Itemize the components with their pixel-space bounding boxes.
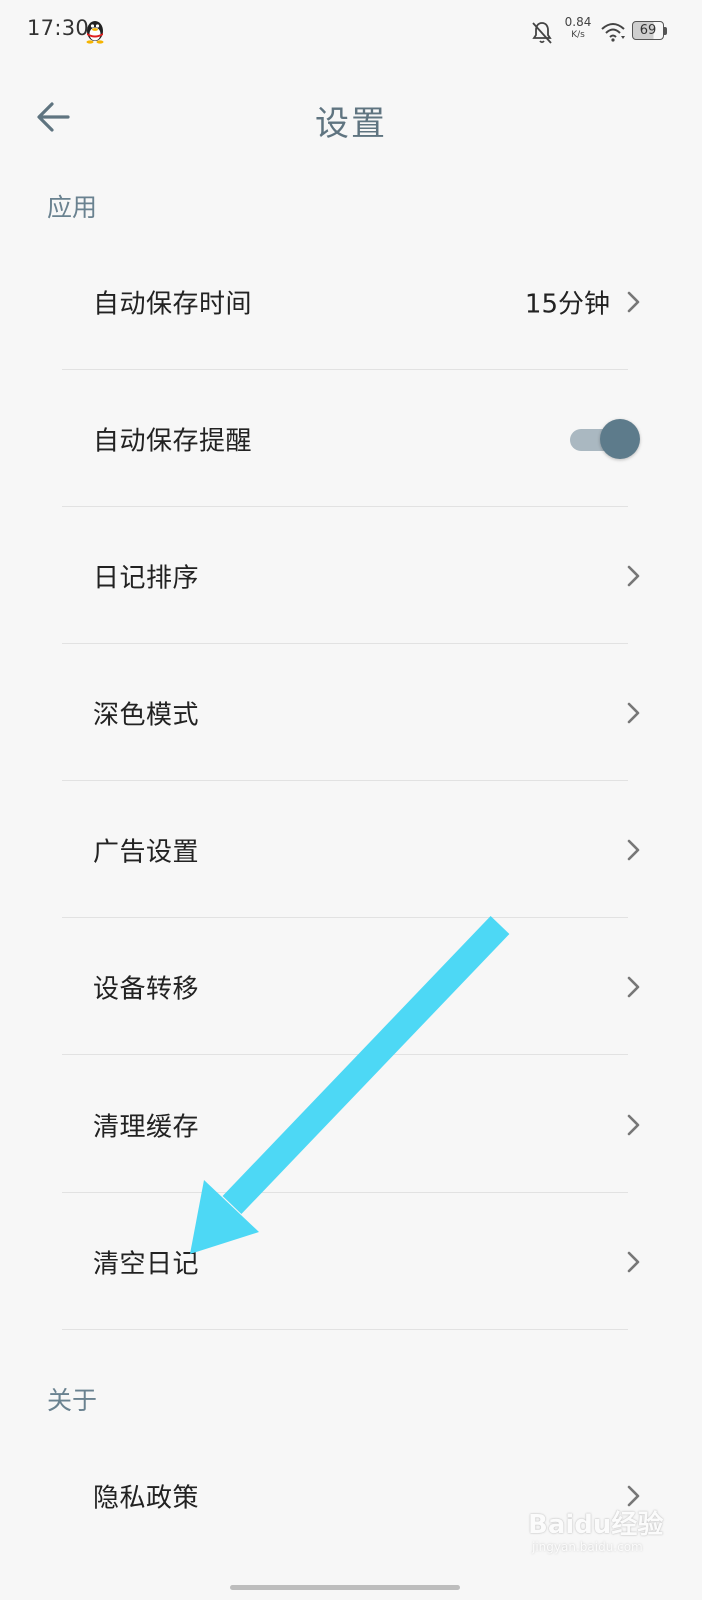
status-bar: 17:30 0.84 K/s 69 xyxy=(0,0,702,64)
chevron-right-icon xyxy=(627,976,640,997)
chevron-right-icon xyxy=(627,1251,640,1272)
auto-save-reminder-toggle[interactable] xyxy=(568,418,640,459)
setting-label: 日记排序 xyxy=(93,563,200,593)
network-speed: 0.84 K/s xyxy=(562,16,594,40)
app-header: 设置 xyxy=(0,64,702,174)
baidu-watermark: Baidu经验 jingyan.baidu.com xyxy=(528,1500,698,1560)
setting-label: 自动保存时间 xyxy=(93,289,253,319)
divider xyxy=(62,1054,628,1055)
home-indicator[interactable] xyxy=(230,1585,460,1590)
setting-auto-save-reminder: 自动保存提醒 xyxy=(0,370,702,507)
setting-auto-save-time[interactable]: 自动保存时间 15分钟 xyxy=(0,233,702,370)
qq-penguin-icon xyxy=(86,21,104,44)
battery-cap xyxy=(664,27,667,35)
setting-label: 广告设置 xyxy=(93,837,200,867)
watermark-text: Baidu经验 xyxy=(528,1510,664,1540)
setting-clear-diary[interactable]: 清空日记 xyxy=(0,1193,702,1330)
setting-label: 清理缓存 xyxy=(93,1112,200,1142)
page-title: 设置 xyxy=(315,104,387,144)
setting-value: 15分钟 xyxy=(524,289,610,319)
watermark-subtext: jingyan.baidu.com xyxy=(532,1540,643,1554)
setting-ad-settings[interactable]: 广告设置 xyxy=(0,781,702,918)
chevron-right-icon xyxy=(627,1114,640,1135)
network-speed-value: 0.84 xyxy=(564,15,592,29)
battery-icon: 69 xyxy=(632,21,668,42)
chevron-right-icon xyxy=(627,565,640,586)
status-time: 17:30 xyxy=(27,16,90,40)
setting-diary-sort[interactable]: 日记排序 xyxy=(0,507,702,644)
section-header-about: 关于 xyxy=(47,1386,98,1415)
setting-label: 隐私政策 xyxy=(93,1483,200,1513)
setting-label: 深色模式 xyxy=(93,700,200,730)
chevron-right-icon xyxy=(627,291,640,312)
setting-label: 设备转移 xyxy=(93,974,200,1004)
network-speed-unit: K/s xyxy=(571,30,585,40)
wifi-icon xyxy=(601,23,625,42)
setting-dark-mode[interactable]: 深色模式 xyxy=(0,644,702,781)
toggle-knob xyxy=(600,418,640,459)
divider xyxy=(62,1329,628,1330)
setting-device-transfer[interactable]: 设备转移 xyxy=(0,918,702,1055)
chevron-right-icon xyxy=(627,839,640,860)
setting-label: 清空日记 xyxy=(93,1249,200,1279)
setting-clear-cache[interactable]: 清理缓存 xyxy=(0,1056,702,1193)
section-header-app: 应用 xyxy=(47,193,98,222)
chevron-right-icon xyxy=(627,702,640,723)
setting-label: 自动保存提醒 xyxy=(93,426,253,456)
battery-level: 69 xyxy=(639,23,657,38)
bell-off-icon xyxy=(532,22,552,44)
